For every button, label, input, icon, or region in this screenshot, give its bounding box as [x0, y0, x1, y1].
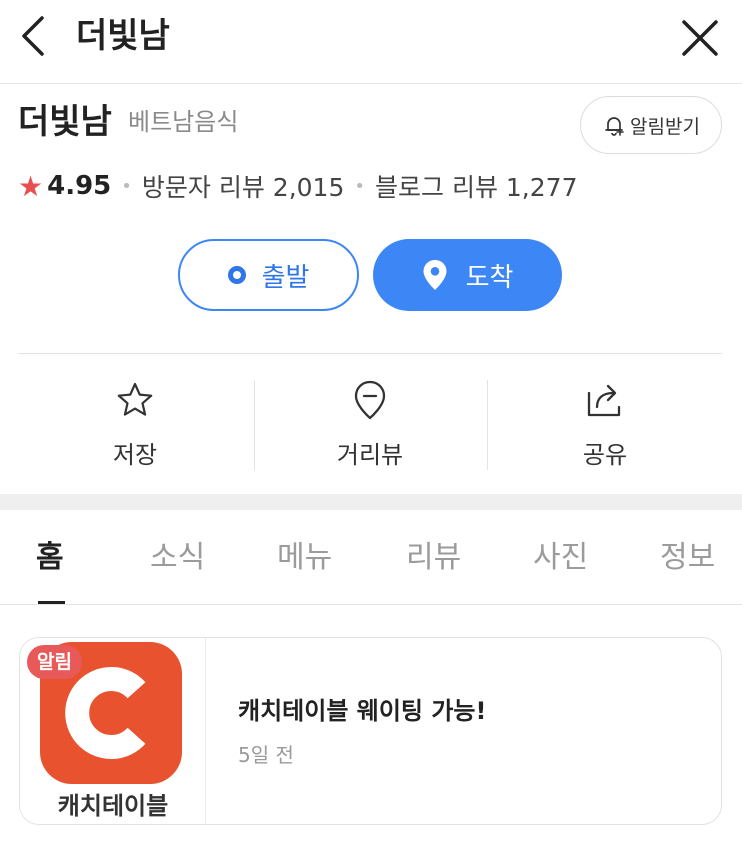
tab-menu[interactable]: 메뉴 [277, 530, 332, 586]
map-pin-minus-icon [354, 380, 386, 419]
app-name: 캐치테이블 [57, 792, 169, 820]
alarm-button[interactable]: 알림받기 [580, 96, 722, 154]
visitor-review-count: 2,015 [272, 173, 345, 202]
blog-review-label: 블로그 리뷰 [375, 173, 498, 202]
close-button[interactable] [678, 16, 722, 60]
chevron-left-icon [22, 16, 44, 56]
street-view-label: 거리뷰 [336, 441, 404, 469]
share-icon [587, 384, 621, 416]
street-view-button[interactable]: 거리뷰 [295, 378, 445, 470]
share-button[interactable]: 공유 [530, 378, 680, 470]
visitor-review-link[interactable]: 방문자 리뷰 2,015 [142, 168, 344, 204]
blog-review-link[interactable]: 블로그 리뷰 1,277 [375, 168, 577, 204]
star-outline-icon [117, 382, 153, 416]
separator-dot: • [121, 175, 132, 197]
place-category: 베트남음식 [128, 108, 239, 136]
page-title: 더빛남 [76, 16, 170, 56]
top-bar: 더빛남 [0, 0, 742, 84]
map-pin-icon [423, 260, 447, 290]
notice-card[interactable]: 캐치테이블 알림 캐치테이블 웨이팅 가능! 5일 전 [19, 637, 722, 825]
divider [254, 380, 255, 470]
notice-thumbnail: 캐치테이블 알림 [20, 638, 206, 824]
place-name: 더빛남 [18, 102, 112, 142]
rating-score: 4.95 [47, 171, 112, 201]
tab-reviews[interactable]: 리뷰 [406, 530, 461, 586]
origin-ring-icon [227, 266, 246, 284]
notice-time: 5일 전 [238, 743, 294, 767]
back-button[interactable] [14, 14, 50, 58]
divider [18, 353, 722, 354]
notice-title: 캐치테이블 웨이팅 가능! [238, 697, 487, 725]
start-button[interactable]: 출발 [178, 239, 359, 311]
tab-news[interactable]: 소식 [150, 530, 205, 586]
tab-info[interactable]: 정보 [660, 530, 715, 586]
blog-review-count: 1,277 [505, 173, 578, 202]
alarm-label: 알림받기 [630, 115, 700, 138]
arrive-label: 도착 [465, 262, 514, 293]
share-label: 공유 [582, 441, 628, 469]
bell-plus-icon [605, 117, 624, 136]
visitor-review-label: 방문자 리뷰 [141, 173, 265, 202]
tab-photos[interactable]: 사진 [533, 530, 588, 586]
close-icon [682, 20, 718, 56]
arrive-button[interactable]: 도착 [373, 239, 562, 311]
divider [487, 380, 488, 470]
rating-row: ★ 4.95 • 방문자 리뷰 2,015 • 블로그 리뷰 1,277 [18, 168, 577, 204]
save-button[interactable]: 저장 [60, 378, 210, 470]
tab-home[interactable]: 홈 [36, 530, 64, 586]
star-filled-icon: ★ [18, 169, 44, 203]
divider [0, 604, 742, 605]
save-label: 저장 [112, 441, 158, 469]
section-gap [0, 494, 742, 510]
separator-dot: • [354, 175, 365, 197]
start-label: 출발 [261, 262, 310, 293]
notice-badge: 알림 [27, 645, 82, 679]
